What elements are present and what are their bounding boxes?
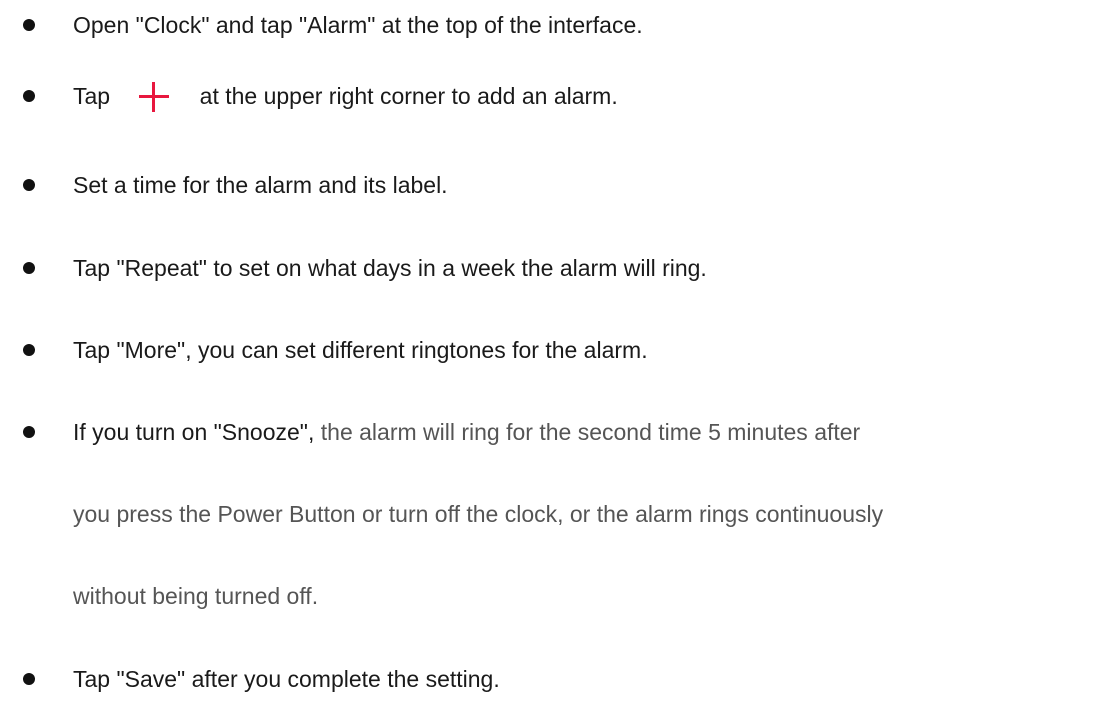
instruction-list: Open "Clock" and tap "Alarm" at the top …	[0, 0, 1111, 707]
list-item-text: If you turn on "Snooze", the alarm will …	[73, 418, 860, 446]
snooze-detail-text: the alarm will ring for the second time …	[320, 419, 861, 445]
list-item-text: Set a time for the alarm and its label.	[73, 172, 448, 198]
snooze-lead-text: If you turn on "Snooze",	[73, 419, 315, 445]
snooze-continuation-line: you press the Power Button or turn off t…	[73, 501, 884, 527]
bullet	[23, 19, 35, 31]
plus-icon	[138, 82, 169, 112]
snooze-continuation-line: without being turned off.	[73, 583, 319, 609]
bullet	[23, 344, 35, 356]
list-item-text-after-icon: at the upper right corner to add an alar…	[199, 83, 618, 109]
bullet	[23, 179, 35, 191]
list-item-text: Open "Clock" and tap "Alarm" at the top …	[73, 12, 643, 38]
list-item-text: Tap at the upper right corner to add an …	[73, 82, 618, 112]
list-item-text-before-icon: Tap	[73, 83, 111, 109]
bullet	[23, 426, 35, 438]
bullet	[23, 262, 35, 274]
list-item-text: Tap "More", you can set different ringto…	[73, 337, 648, 363]
bullet	[23, 90, 35, 102]
list-item-text: Tap "Repeat" to set on what days in a we…	[73, 255, 707, 281]
bullet	[23, 673, 35, 685]
list-item-text: Tap "Save" after you complete the settin…	[73, 666, 500, 692]
